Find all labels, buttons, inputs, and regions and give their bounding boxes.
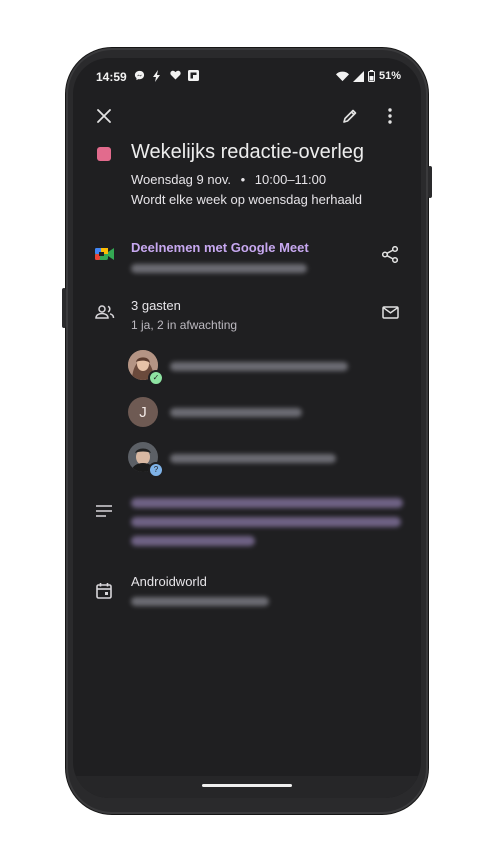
heart-icon: [169, 70, 181, 82]
datetime-separator: •: [240, 172, 246, 187]
event-datetime: Woensdag 9 nov. • 10:00–11:00: [131, 172, 326, 187]
calendar-icon: [96, 582, 112, 604]
guest-email-redacted: [170, 408, 302, 417]
guest-count: 3 gasten: [131, 298, 181, 313]
guest-list-item[interactable]: ?: [128, 442, 408, 478]
pencil-icon: [343, 109, 357, 123]
status-bar: 14:59 51%: [73, 58, 421, 94]
event-color-swatch: [97, 147, 111, 161]
power-button: [62, 288, 66, 328]
guest-list-item[interactable]: J: [128, 397, 408, 429]
system-status: 51%: [335, 70, 401, 82]
navigation-bar: [73, 776, 421, 798]
edit-button[interactable]: [338, 104, 362, 128]
event-time: 10:00–11:00: [254, 172, 327, 187]
description-redacted[interactable]: [131, 498, 403, 554]
meet-url-redacted: [131, 264, 307, 273]
wifi-icon: [335, 71, 349, 81]
pending-status-icon: ?: [148, 462, 164, 478]
home-gesture-handle[interactable]: [202, 784, 292, 787]
more-options-button[interactable]: [378, 104, 402, 128]
guest-email-redacted: [170, 362, 348, 371]
close-button[interactable]: [92, 104, 116, 128]
battery-percent: 51%: [378, 70, 401, 82]
calendar-name: Androidworld: [131, 574, 207, 589]
calendar-owner-redacted: [131, 597, 269, 606]
notification-icons: [133, 70, 199, 82]
flipboard-icon: [187, 70, 199, 82]
messenger-icon: [133, 70, 145, 82]
description-icon: [96, 504, 112, 522]
accepted-check-icon: ✓: [148, 370, 164, 386]
signal-icon: [352, 70, 364, 82]
status-time: 14:59: [96, 70, 127, 84]
join-meet-link[interactable]: Deelnemen met Google Meet: [131, 240, 309, 255]
guest-email-redacted: [170, 454, 336, 463]
screen: 14:59 51% Wekelijks redactie-overleg Woe…: [73, 58, 421, 798]
share-icon: [382, 245, 398, 263]
bolt-icon: [151, 70, 163, 82]
close-icon: [97, 109, 111, 123]
event-day: Woensdag 9 nov.: [131, 172, 231, 187]
description-line: [131, 498, 403, 508]
guest-rsvp-summary: 1 ja, 2 in afwachting: [131, 318, 238, 332]
guest-avatar: J: [128, 397, 158, 427]
description-line: [131, 536, 255, 546]
guest-list-item[interactable]: ✓: [128, 350, 408, 386]
mail-icon: [381, 305, 399, 319]
event-title: Wekelijks redactie-overleg: [131, 141, 365, 163]
people-icon: [95, 305, 115, 324]
event-recurrence: Wordt elke week op woensdag herhaald: [131, 192, 363, 207]
volume-button: [428, 166, 432, 198]
battery-icon: [367, 70, 375, 82]
guest-initial: J: [139, 403, 147, 421]
more-vert-icon: [388, 108, 392, 124]
share-button[interactable]: [378, 242, 402, 266]
description-line: [131, 517, 401, 527]
email-guests-button[interactable]: [378, 300, 402, 324]
google-meet-icon: [95, 246, 115, 262]
